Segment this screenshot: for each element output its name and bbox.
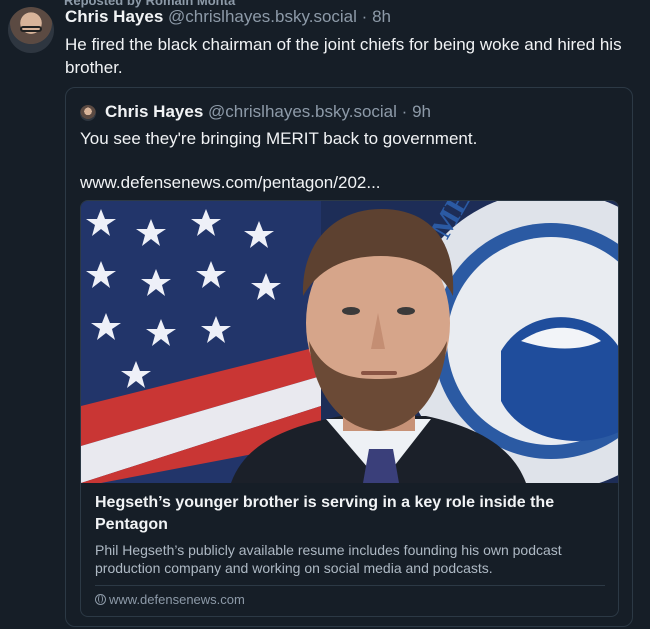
- quote-separator-dot: ·: [401, 102, 408, 121]
- quote-author-name: Chris Hayes: [105, 102, 204, 121]
- quote-time: 9h: [412, 102, 431, 121]
- quoted-post[interactable]: Chris Hayes @chrislhayes.bsky.social · 9…: [65, 87, 633, 627]
- quote-author-handle: @chrislhayes.bsky.social: [208, 102, 397, 121]
- article-domain-text: www.defensenews.com: [109, 592, 245, 607]
- article-title[interactable]: Hegseth’s younger brother is serving in …: [95, 492, 605, 536]
- author-name[interactable]: Chris Hayes: [65, 7, 163, 26]
- article-description: Phil Hegseth’s publicly available resume…: [95, 542, 562, 576]
- post-text: He fired the black chairman of the joint…: [65, 35, 622, 77]
- link-preview-card[interactable]: DEPARTMENT: [80, 200, 619, 617]
- article-photo: DEPARTMENT: [81, 201, 618, 483]
- quote-author-avatar: [80, 105, 96, 121]
- quote-link[interactable]: www.defensenews.com/pentagon/202...: [80, 173, 381, 193]
- author-handle[interactable]: @chrislhayes.bsky.social: [168, 7, 357, 26]
- feed-post[interactable]: Reposted by Romain Monta Chris Hayes @ch…: [0, 0, 650, 629]
- quote-text: You see they're bringing MERIT back to g…: [80, 129, 478, 148]
- post-time[interactable]: 8h: [372, 7, 391, 26]
- author-avatar[interactable]: [8, 7, 54, 53]
- glasses-icon: [20, 26, 42, 32]
- quote-header: Chris Hayes @chrislhayes.bsky.social · 9…: [105, 102, 431, 122]
- separator-dot: ·: [361, 7, 368, 26]
- post-header: Chris Hayes @chrislhayes.bsky.social · 8…: [65, 7, 391, 27]
- card-divider: [95, 585, 605, 586]
- globe-icon: [95, 594, 106, 605]
- article-domain[interactable]: www.defensenews.com: [95, 592, 245, 607]
- article-thumbnail[interactable]: DEPARTMENT: [81, 201, 618, 483]
